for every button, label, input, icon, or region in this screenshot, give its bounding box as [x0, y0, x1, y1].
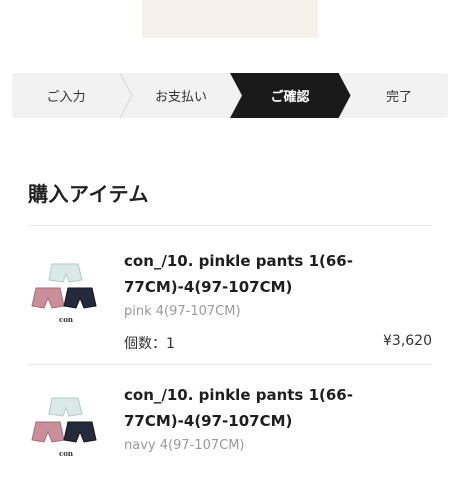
- shorts-pink-icon: [31, 287, 65, 309]
- checkout-stepper: ご入力 お支払い ご確認 完了: [12, 73, 448, 118]
- step-complete: 完了: [350, 73, 448, 118]
- shorts-navy-icon: [63, 421, 97, 443]
- product-thumbnail[interactable]: con: [28, 386, 104, 462]
- step-label: ご入力: [46, 90, 86, 105]
- step-label: お支払い: [154, 90, 207, 105]
- product-price: ¥3,620: [383, 333, 432, 349]
- step-confirm: ご確認: [242, 73, 338, 118]
- order-item: con con_/10. pinkle pants 1(66- 77CM)-4(…: [0, 378, 460, 498]
- thumb-brand: con: [59, 449, 73, 458]
- section-title: 購入アイテム: [28, 182, 149, 206]
- product-name-line: con_/10. pinkle pants 1(66-: [124, 252, 353, 270]
- product-name-line: 77CM)-4(97-107CM): [124, 412, 293, 430]
- shorts-pink-icon: [31, 421, 65, 443]
- shorts-mint-icon: [48, 263, 83, 283]
- product-name[interactable]: con_/10. pinkle pants 1(66- 77CM)-4(97-1…: [124, 248, 424, 300]
- product-thumbnail[interactable]: con: [28, 252, 104, 328]
- divider: [28, 225, 432, 226]
- order-item: con con_/10. pinkle pants 1(66- 77CM)-4(…: [0, 244, 460, 364]
- shorts-navy-icon: [63, 287, 97, 309]
- step-divider-1: [119, 73, 133, 118]
- step-input: ご入力: [12, 73, 120, 118]
- product-variant: navy 4(97-107CM): [124, 438, 245, 453]
- step-label: ご確認: [270, 90, 310, 105]
- top-banner-image: [142, 0, 318, 38]
- step-payment: お支払い: [132, 73, 230, 118]
- product-name[interactable]: con_/10. pinkle pants 1(66- 77CM)-4(97-1…: [124, 382, 424, 434]
- divider: [28, 364, 432, 365]
- shorts-mint-icon: [48, 397, 83, 417]
- product-name-line: con_/10. pinkle pants 1(66-: [124, 386, 353, 404]
- product-quantity: 個数：1: [124, 336, 175, 352]
- product-variant: pink 4(97-107CM): [124, 304, 241, 319]
- step-label: 完了: [385, 90, 412, 105]
- product-name-line: 77CM)-4(97-107CM): [124, 278, 293, 296]
- thumb-brand: con: [59, 315, 73, 324]
